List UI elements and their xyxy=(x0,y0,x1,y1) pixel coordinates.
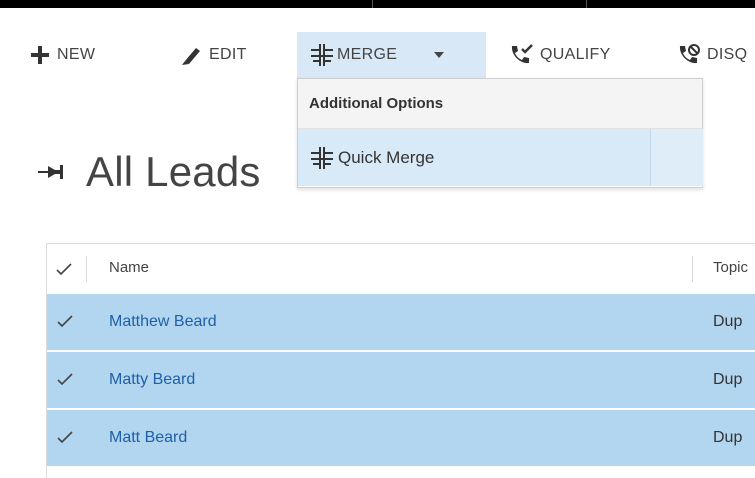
lead-topic: Dup xyxy=(713,313,743,330)
grid-header: Name Topic xyxy=(47,244,755,294)
row-checkbox[interactable] xyxy=(55,427,75,447)
phone-block-icon xyxy=(677,44,703,66)
plus-icon xyxy=(31,46,49,64)
qualify-button[interactable]: QUALIFY xyxy=(509,32,611,78)
table-row[interactable]: Matthew Beard Dup xyxy=(47,294,755,352)
page-title[interactable]: All Leads xyxy=(86,148,261,196)
merge-button-label: MERGE xyxy=(337,46,398,63)
new-button[interactable]: NEW xyxy=(31,32,95,78)
lead-topic: Dup xyxy=(713,371,743,388)
merge-button[interactable]: MERGE xyxy=(297,32,486,78)
qualify-button-label: QUALIFY xyxy=(540,46,611,63)
leads-grid: Name Topic Matthew Beard Dup Matty Beard… xyxy=(46,243,755,478)
command-bar: NEW EDIT MERGE QUALIFY DISQ xyxy=(0,8,755,78)
merge-icon xyxy=(310,44,334,66)
table-row[interactable]: Matty Beard Dup xyxy=(47,352,755,410)
edit-button-label: EDIT xyxy=(209,46,247,63)
table-row[interactable]: Matt Beard Dup xyxy=(47,410,755,468)
row-checkbox[interactable] xyxy=(55,369,75,389)
quick-merge-label: Quick Merge xyxy=(338,147,435,167)
lead-topic: Dup xyxy=(713,429,743,446)
disqualify-button[interactable]: DISQ xyxy=(677,32,747,78)
select-all-checkbox[interactable] xyxy=(52,258,76,280)
merge-dropdown-menu: Additional Options Quick Merge xyxy=(297,78,703,188)
lead-name-link[interactable]: Matty Beard xyxy=(109,371,195,389)
checkmark-icon xyxy=(57,430,73,443)
view-title-area: All Leads xyxy=(38,148,261,196)
menu-section-header-label: Additional Options xyxy=(309,95,444,112)
quick-merge-menu-item[interactable]: Quick Merge xyxy=(298,129,650,186)
column-divider xyxy=(692,256,693,282)
checkmark-icon xyxy=(57,314,73,327)
pencil-icon xyxy=(181,45,203,65)
lead-name-link[interactable]: Matt Beard xyxy=(109,429,187,447)
top-bar-divider xyxy=(586,0,587,8)
menu-item-tail xyxy=(650,129,703,186)
menu-section-header: Additional Options xyxy=(298,79,702,129)
checkmark-icon xyxy=(56,262,72,275)
chevron-down-icon[interactable] xyxy=(434,52,445,58)
top-bar-divider xyxy=(372,0,373,8)
phone-check-icon xyxy=(509,44,535,66)
pin-icon[interactable] xyxy=(38,164,66,180)
lead-name-link[interactable]: Matthew Beard xyxy=(109,313,217,331)
merge-icon xyxy=(310,146,334,169)
disqualify-button-label: DISQ xyxy=(707,46,748,63)
edit-button[interactable]: EDIT xyxy=(181,32,247,78)
row-checkbox[interactable] xyxy=(55,311,75,331)
column-divider xyxy=(86,256,87,282)
column-header-name[interactable]: Name xyxy=(109,259,149,276)
top-bar xyxy=(0,0,755,8)
new-button-label: NEW xyxy=(57,46,96,63)
checkmark-icon xyxy=(57,372,73,385)
column-header-topic[interactable]: Topic xyxy=(713,259,748,276)
